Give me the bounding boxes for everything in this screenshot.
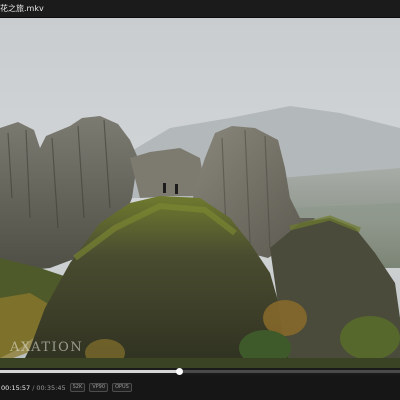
resolution-badge: S2K: [69, 383, 86, 392]
time-separator: /: [32, 383, 35, 392]
video-watermark: AXATION: [10, 340, 84, 355]
seek-bar[interactable]: [0, 368, 400, 375]
audio-codec-badge: OPUS: [112, 383, 132, 392]
window-title: 花之旅.mkv: [0, 3, 44, 13]
seek-played-fill: [0, 370, 179, 373]
video-scene: [0, 18, 400, 368]
current-time: 00:15:57: [1, 383, 31, 392]
person-silhouette: [175, 184, 178, 194]
seek-handle[interactable]: [175, 368, 183, 375]
ground-vegetation: [0, 358, 400, 368]
middle-rock: [130, 148, 205, 198]
video-frame[interactable]: AXATION: [0, 18, 400, 368]
window-titlebar: 花之旅.mkv: [0, 0, 400, 18]
player-controls: 00:15:57 / 00:35:45 S2K VP90 OPUS: [0, 375, 400, 400]
green-bush: [340, 316, 400, 360]
person-silhouette: [163, 183, 166, 193]
total-duration: 00:35:45: [36, 383, 66, 392]
video-codec-badge: VP90: [89, 383, 109, 392]
